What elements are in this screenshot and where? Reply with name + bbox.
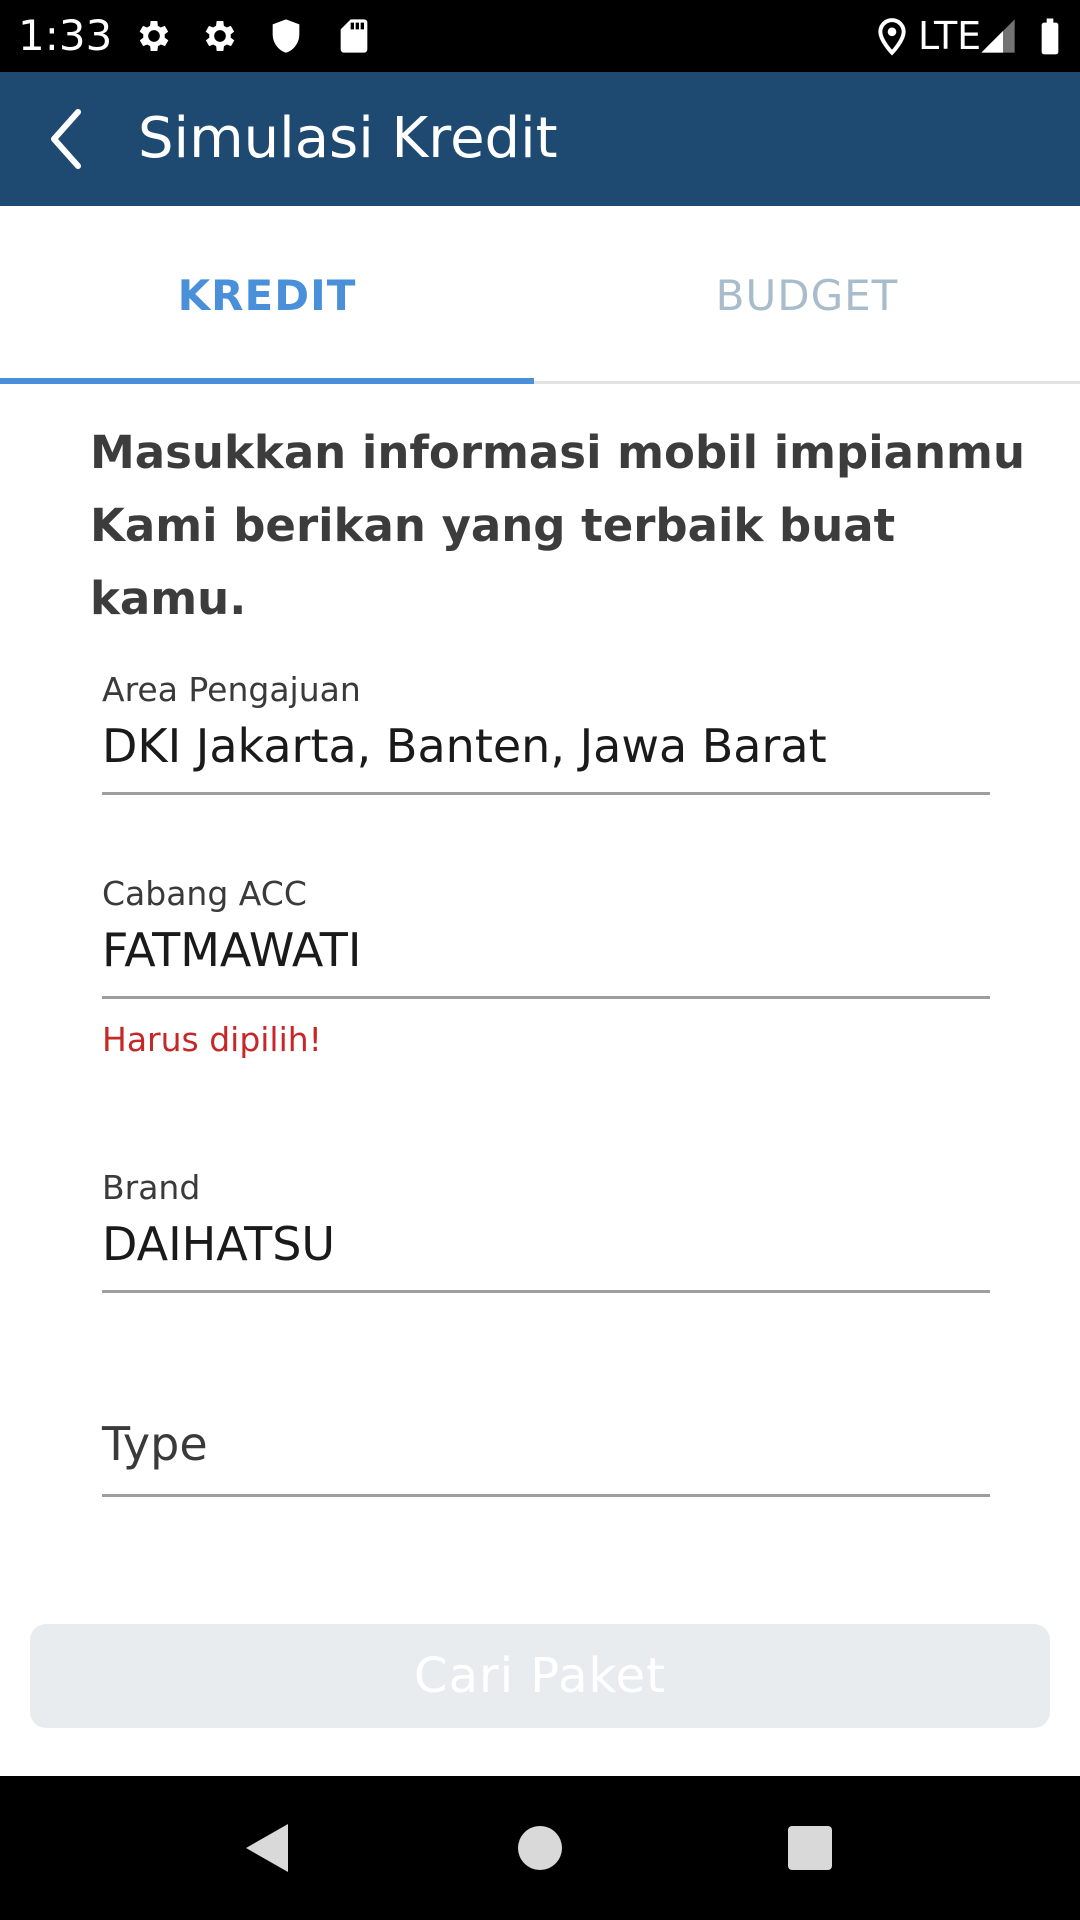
page-title: Simulasi Kredit (138, 106, 558, 171)
type-underline (102, 1494, 990, 1497)
status-bar: 1:33 LTE (0, 0, 1080, 72)
network-type: LTE (918, 14, 982, 58)
area-pengajuan-field[interactable]: Area Pengajuan DKI Jakarta, Banten, Jawa… (102, 670, 990, 796)
status-time: 1:33 (18, 11, 113, 60)
intro-line-2: Kami berikan yang terbaik buat kamu. (90, 499, 896, 625)
gear-icon (139, 21, 169, 51)
area-pengajuan-value: DKI Jakarta, Banten, Jawa Barat (102, 719, 827, 773)
shield-icon (272, 19, 300, 53)
gear-icon (205, 21, 235, 51)
battery-icon (1041, 18, 1059, 55)
back-button[interactable] (40, 102, 96, 176)
active-tab-indicator (0, 378, 534, 384)
recents-square-icon[interactable] (780, 1818, 840, 1878)
signal-icon (981, 19, 1015, 53)
home-circle-icon[interactable] (510, 1818, 570, 1878)
cabang-acc-underline (102, 996, 990, 999)
back-triangle-icon[interactable] (238, 1818, 298, 1878)
cabang-acc-field[interactable]: Cabang ACC FATMAWATI Harus dipilih! (102, 874, 990, 1064)
app-bar: Simulasi Kredit (0, 72, 1080, 206)
intro-text: Masukkan informasi mobil impianmu Kami b… (90, 416, 1030, 635)
cabang-acc-error: Harus dipilih! (102, 1020, 322, 1059)
navigation-bar (0, 1776, 1080, 1920)
area-pengajuan-label: Area Pengajuan (102, 670, 361, 709)
type-placeholder: Type (102, 1417, 208, 1471)
chevron-left-icon (51, 109, 81, 169)
intro-line-1: Masukkan informasi mobil impianmu (90, 426, 1025, 479)
brand-field[interactable]: Brand DAIHATSU (102, 1168, 990, 1294)
brand-value: DAIHATSU (102, 1217, 336, 1271)
location-pin-icon (878, 18, 906, 56)
cari-paket-button[interactable]: Cari Paket (30, 1624, 1050, 1728)
type-field[interactable]: Type (102, 1414, 990, 1498)
tab-budget[interactable]: BUDGET (534, 206, 1080, 384)
sd-card-icon (340, 19, 368, 53)
brand-label: Brand (102, 1168, 201, 1207)
tab-kredit[interactable]: KREDIT (0, 206, 534, 384)
cabang-acc-label: Cabang ACC (102, 874, 307, 913)
brand-underline (102, 1290, 990, 1293)
area-pengajuan-underline (102, 792, 990, 795)
tab-bar: KREDIT BUDGET (0, 206, 1080, 384)
tab-divider (534, 381, 1080, 384)
cabang-acc-value: FATMAWATI (102, 923, 362, 977)
